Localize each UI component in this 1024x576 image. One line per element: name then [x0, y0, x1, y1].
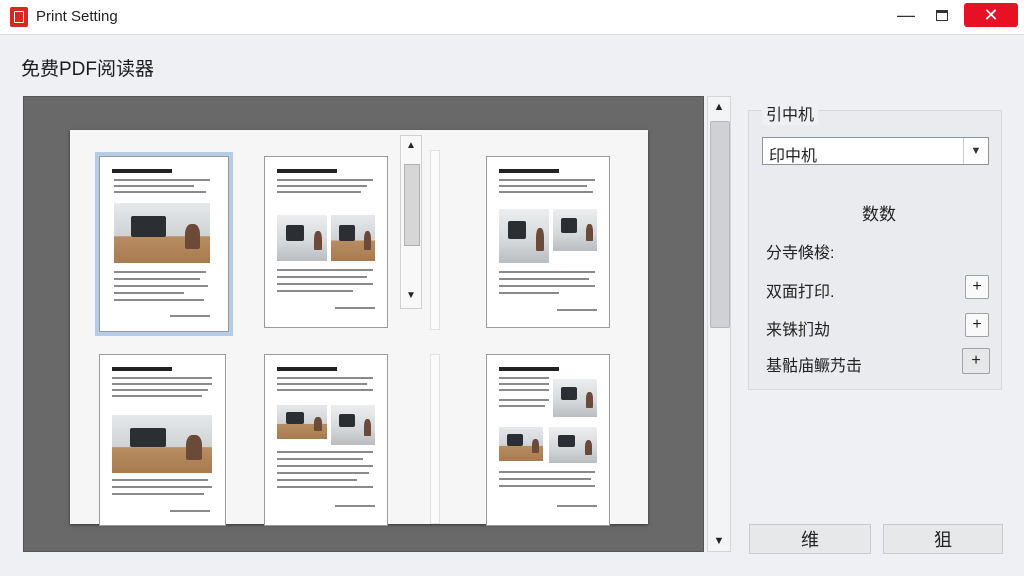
page-image: [277, 405, 327, 439]
page-image: [114, 203, 210, 263]
pdf-app-icon: [10, 7, 28, 27]
scroll-down-icon[interactable]: ▼: [401, 290, 421, 301]
scroll-down-icon[interactable]: ▼: [708, 535, 730, 547]
title-bar: Print Setting — ✕: [0, 0, 1024, 35]
page-title-block: [112, 169, 172, 173]
page-title-block: [277, 367, 337, 371]
page-image: [112, 415, 212, 473]
plus-button[interactable]: +: [962, 348, 990, 374]
page-image: [553, 379, 597, 417]
preview-scrollbar[interactable]: ▲ ▼: [707, 96, 731, 552]
printer-label: 引中机: [762, 101, 819, 125]
option-label: 来铢扪劫: [766, 322, 831, 339]
page-image: [331, 405, 375, 445]
page-image: [277, 215, 327, 261]
scroll-up-icon[interactable]: ▲: [708, 101, 730, 113]
scroll-thumb[interactable]: [404, 164, 420, 246]
scroll-up-icon[interactable]: ▲: [401, 140, 421, 151]
close-button[interactable]: ✕: [964, 3, 1018, 27]
plus-button[interactable]: +: [965, 313, 989, 337]
plus-button[interactable]: +: [965, 275, 989, 299]
preview-page-6[interactable]: [486, 354, 610, 526]
option-label: 基骷庙鳜艿击: [766, 358, 863, 375]
chevron-down-icon[interactable]: ▼: [963, 138, 988, 164]
maximize-icon: [936, 9, 948, 21]
page-title-block: [499, 169, 559, 173]
preview-page-5[interactable]: [264, 354, 388, 526]
window-title: Print Setting: [36, 8, 118, 25]
scroll-thumb[interactable]: [710, 121, 730, 328]
right-action-button[interactable]: 狙: [883, 524, 1003, 554]
params-title: 数数: [862, 205, 896, 224]
page-image: [499, 209, 549, 263]
page-title-block: [499, 367, 559, 371]
close-icon: ✕: [983, 4, 999, 25]
minimize-icon: —: [897, 4, 915, 25]
maximize-button[interactable]: [920, 0, 964, 30]
page-title-block: [277, 169, 337, 173]
preview-sheet: ▲ ▼: [70, 130, 648, 526]
preview-page-4[interactable]: [99, 354, 226, 526]
printer-select[interactable]: 印中机 ▼: [762, 137, 989, 165]
option-label: 双面打印.: [766, 284, 835, 301]
preview-page-2[interactable]: [264, 156, 388, 328]
page-image: [553, 209, 597, 251]
app-name: 免费PDF阅读器: [21, 59, 155, 80]
printer-select-value: 印中机: [769, 148, 818, 165]
option-label: 分寺倏梭:: [766, 245, 835, 262]
page-image: [331, 215, 375, 261]
page-image: [549, 427, 597, 463]
page-image: [499, 427, 543, 461]
preview-page-1[interactable]: [95, 152, 233, 336]
preview-page-3[interactable]: [486, 156, 610, 328]
left-action-button[interactable]: 维: [749, 524, 871, 554]
print-preview-area[interactable]: ▲ ▼: [23, 96, 704, 552]
page-title-block: [112, 367, 172, 371]
page-list-scrollbar[interactable]: ▲ ▼: [400, 135, 422, 309]
